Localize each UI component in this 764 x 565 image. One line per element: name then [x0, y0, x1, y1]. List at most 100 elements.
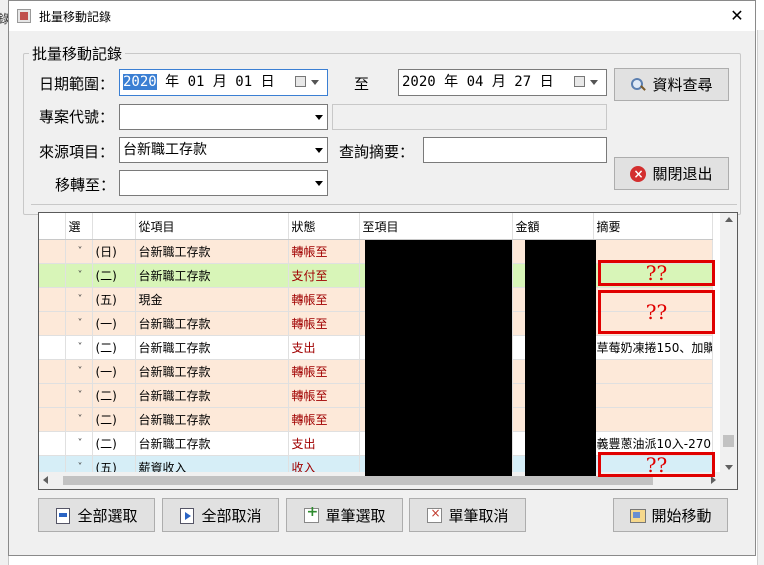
row-marker-cell	[39, 311, 66, 336]
summary-query-label: 查詢摘要：	[339, 143, 415, 161]
cancel-single-label: 單筆取消	[448, 506, 509, 525]
annotation-box: ??	[598, 290, 715, 334]
scroll-thumb[interactable]	[63, 476, 653, 485]
row-check-cell[interactable]: ˅	[65, 383, 93, 408]
select-single-button[interactable]: 單筆選取	[286, 498, 403, 532]
row-status-cell: 支付至	[288, 263, 360, 288]
move-to-label: 移轉至：	[55, 176, 116, 194]
calendar-dropdown-icon[interactable]	[295, 75, 321, 90]
row-check-cell[interactable]: ˅	[65, 359, 93, 384]
row-from-cell: 台新職工存款	[135, 407, 289, 432]
row-from-cell: 台新職工存款	[135, 263, 289, 288]
background-window-edge-right	[757, 30, 764, 565]
close-exit-button[interactable]: × 關閉退出	[614, 157, 729, 190]
vertical-scrollbar[interactable]	[720, 213, 737, 474]
project-description-field	[332, 104, 607, 130]
move-to-select[interactable]	[119, 170, 328, 196]
select-all-button[interactable]: 全部選取	[38, 498, 155, 532]
row-check-cell[interactable]: ˅	[65, 239, 93, 264]
row-day-cell: (二)	[92, 335, 136, 360]
row-marker-cell	[39, 383, 66, 408]
select-single-label: 單筆選取	[325, 506, 386, 525]
row-status-cell: 支出	[288, 335, 360, 360]
calendar-dropdown-icon[interactable]	[574, 75, 600, 90]
date-to-label: 至	[354, 75, 370, 93]
row-check-cell[interactable]: ˅	[65, 287, 93, 312]
scroll-thumb[interactable]	[723, 435, 734, 447]
row-from-cell: 台新職工存款	[135, 311, 289, 336]
row-check-cell[interactable]: ˅	[65, 407, 93, 432]
project-code-label: 專案代號：	[39, 108, 115, 126]
close-exit-button-label: 關閉退出	[652, 165, 713, 183]
date-from-year: 2020	[123, 74, 157, 90]
row-marker-cell	[39, 263, 66, 288]
app-icon	[17, 9, 31, 23]
row-memo-cell	[593, 383, 713, 408]
row-from-cell: 台新職工存款	[135, 239, 289, 264]
chevron-down-icon	[315, 148, 323, 153]
title-bar[interactable]: 批量移動記錄 ✕	[9, 1, 755, 31]
row-status-cell: 支出	[288, 431, 360, 456]
row-day-cell: (二)	[92, 263, 136, 288]
row-marker-cell	[39, 359, 66, 384]
scroll-left-icon[interactable]	[43, 476, 48, 484]
col-header-to[interactable]: 至項目	[359, 213, 513, 240]
row-memo-cell	[593, 407, 713, 432]
source-item-select[interactable]: 台新職工存款	[119, 137, 328, 163]
source-item-value: 台新職工存款	[123, 142, 207, 158]
row-marker-cell	[39, 407, 66, 432]
col-header-day[interactable]	[92, 213, 136, 240]
row-from-cell: 現金	[135, 287, 289, 312]
col-header-select[interactable]: 選	[65, 213, 93, 240]
row-status-cell: 轉帳至	[288, 359, 360, 384]
date-from-picker[interactable]: 2020 年 01 月 01 日	[119, 69, 328, 96]
row-status-cell: 轉帳至	[288, 239, 360, 264]
select-all-label: 全部選取	[77, 506, 138, 525]
row-from-cell: 台新職工存款	[135, 383, 289, 408]
start-move-label: 開始移動	[651, 506, 712, 525]
scroll-right-icon[interactable]	[711, 476, 716, 484]
row-day-cell: (一)	[92, 359, 136, 384]
row-marker-cell	[39, 287, 66, 312]
row-check-cell[interactable]: ˅	[65, 311, 93, 336]
date-to-value: 2020 年 04 月 27 日	[402, 74, 554, 90]
row-marker-cell	[39, 239, 66, 264]
row-status-cell: 轉帳至	[288, 287, 360, 312]
start-move-button[interactable]: 開始移動	[613, 498, 728, 532]
row-memo-cell	[593, 359, 713, 384]
row-from-cell: 台新職工存款	[135, 431, 289, 456]
date-to-picker[interactable]: 2020 年 04 月 27 日	[398, 69, 607, 96]
scroll-corner	[720, 472, 737, 489]
cancel-single-button[interactable]: 單筆取消	[409, 498, 526, 532]
col-header-memo[interactable]: 摘要	[593, 213, 713, 240]
window-title: 批量移動記錄	[39, 10, 112, 24]
query-button-label: 資料查尋	[652, 76, 713, 94]
row-check-cell[interactable]: ˅	[65, 263, 93, 288]
close-circle-icon: ×	[630, 165, 647, 182]
scroll-up-icon[interactable]	[725, 217, 733, 222]
col-header-amount[interactable]: 金額	[512, 213, 594, 240]
col-header-from[interactable]: 從項目	[135, 213, 289, 240]
col-header-status[interactable]: 狀態	[288, 213, 360, 240]
row-check-cell[interactable]: ˅	[65, 431, 93, 456]
row-marker-cell	[39, 431, 66, 456]
date-from-rest: 年 01 月 01 日	[156, 74, 275, 90]
move-icon	[629, 507, 647, 523]
row-day-cell: (二)	[92, 383, 136, 408]
row-from-cell: 台新職工存款	[135, 335, 289, 360]
date-range-label: 日期範圍：	[39, 75, 115, 93]
search-icon	[630, 77, 646, 93]
scroll-down-icon[interactable]	[725, 465, 733, 470]
redacted-amount-column	[525, 240, 596, 476]
row-marker-cell	[39, 335, 66, 360]
project-code-select[interactable]	[119, 104, 328, 130]
summary-query-input[interactable]	[423, 137, 607, 163]
close-icon[interactable]: ✕	[725, 4, 749, 28]
chevron-down-icon	[315, 181, 323, 186]
row-day-cell: (一)	[92, 311, 136, 336]
query-button[interactable]: 資料查尋	[614, 68, 729, 101]
cancel-all-button[interactable]: 全部取消	[162, 498, 279, 532]
row-check-cell[interactable]: ˅	[65, 335, 93, 360]
annotation-box: ??	[598, 260, 715, 286]
row-status-cell: 轉帳至	[288, 311, 360, 336]
